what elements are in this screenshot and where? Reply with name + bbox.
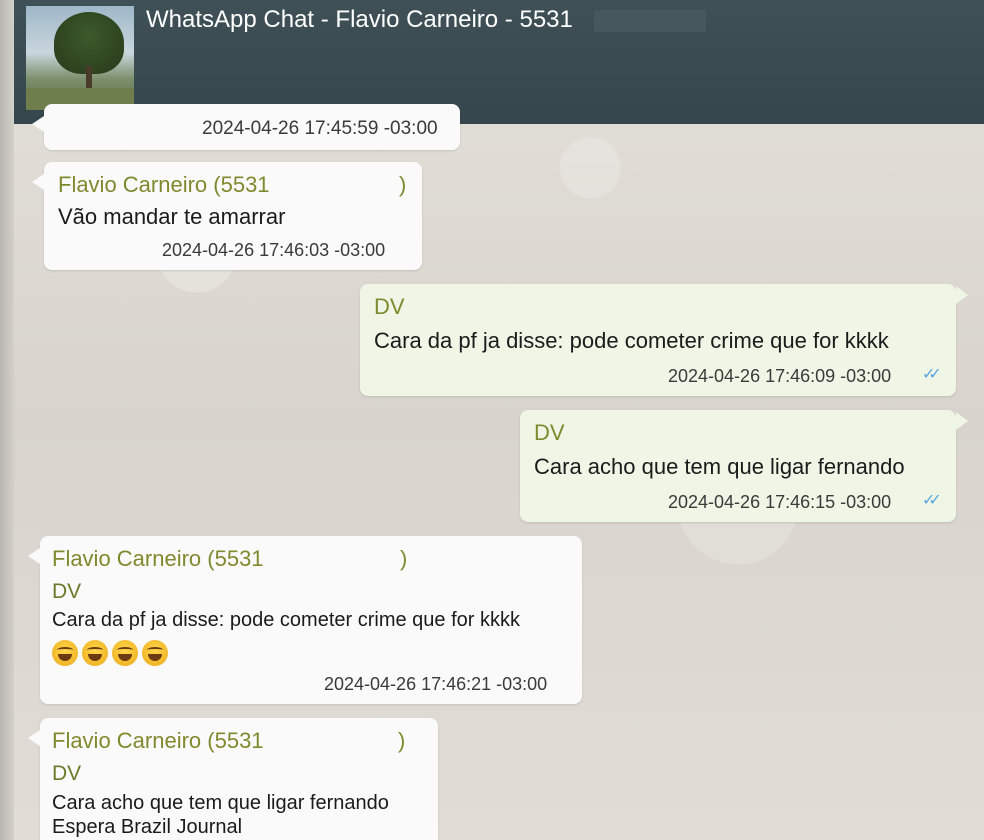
sender-name: Flavio Carneiro (5531 [52,728,264,753]
chat-title: WhatsApp Chat - Flavio Carneiro - 5531 [146,6,573,33]
double-check-icon: ✓✓ [922,492,942,509]
quoted-message-text: Cara acho que tem que ligar fernando [52,792,389,814]
face-with-tears-of-joy-icon [112,640,138,666]
quoted-sender-name: DV [52,580,82,603]
redaction-box [594,10,706,32]
message-bubble-incoming[interactable]: 2024-04-26 17:45:59 -03:00 [32,104,460,150]
quoted-sender-name: DV [52,762,82,785]
face-with-tears-of-joy-icon [52,640,78,666]
face-with-tears-of-joy-icon [82,640,108,666]
double-check-icon: ✓✓ [922,366,942,383]
sender-name-close: ) [400,546,408,571]
message-bubble-incoming[interactable]: Flavio Carneiro (5531 ) DV Cara da pf ja… [28,536,582,704]
message-timestamp: 2024-04-26 17:46:03 -03:00 [162,240,386,260]
quoted-message-text: Cara da pf ja disse: pode cometer crime … [52,609,520,631]
message-text: Cara da pf ja disse: pode cometer crime … [374,328,889,353]
sender-name: DV [534,420,565,445]
message-bubble-incoming[interactable]: Flavio Carneiro (5531 ) DV Cara acho que… [28,718,438,840]
sender-name: Flavio Carneiro (5531 [52,546,264,571]
sender-name: DV [374,294,405,319]
face-with-tears-of-joy-icon [142,640,168,666]
window-edge [0,0,14,840]
contact-avatar[interactable] [26,6,134,110]
sender-name-close: ) [398,728,406,753]
avatar-tree [54,12,124,74]
message-bubble-outgoing[interactable]: DV Cara da pf ja disse: pode cometer cri… [360,284,968,396]
message-timestamp: 2024-04-26 17:46:09 -03:00 [668,366,892,386]
emoji-row [52,640,168,666]
message-timestamp: 2024-04-26 17:46:21 -03:00 [324,674,548,694]
message-text: Espera Brazil Journal [52,816,243,838]
message-list[interactable]: 2024-04-26 17:45:59 -03:00 Flavio Carnei… [14,104,984,840]
sender-name: Flavio Carneiro (5531 [58,172,270,197]
message-bubble-incoming[interactable]: Flavio Carneiro (5531 ) Vão mandar te am… [32,162,422,270]
message-bubble-outgoing[interactable]: DV Cara acho que tem que ligar fernando … [520,410,968,522]
message-text: Vão mandar te amarrar [58,204,286,229]
message-timestamp: 2024-04-26 17:45:59 -03:00 [202,118,438,139]
message-timestamp: 2024-04-26 17:46:15 -03:00 [668,492,892,512]
sender-name-close: ) [399,172,407,197]
message-text: Cara acho que tem que ligar fernando [534,454,905,479]
